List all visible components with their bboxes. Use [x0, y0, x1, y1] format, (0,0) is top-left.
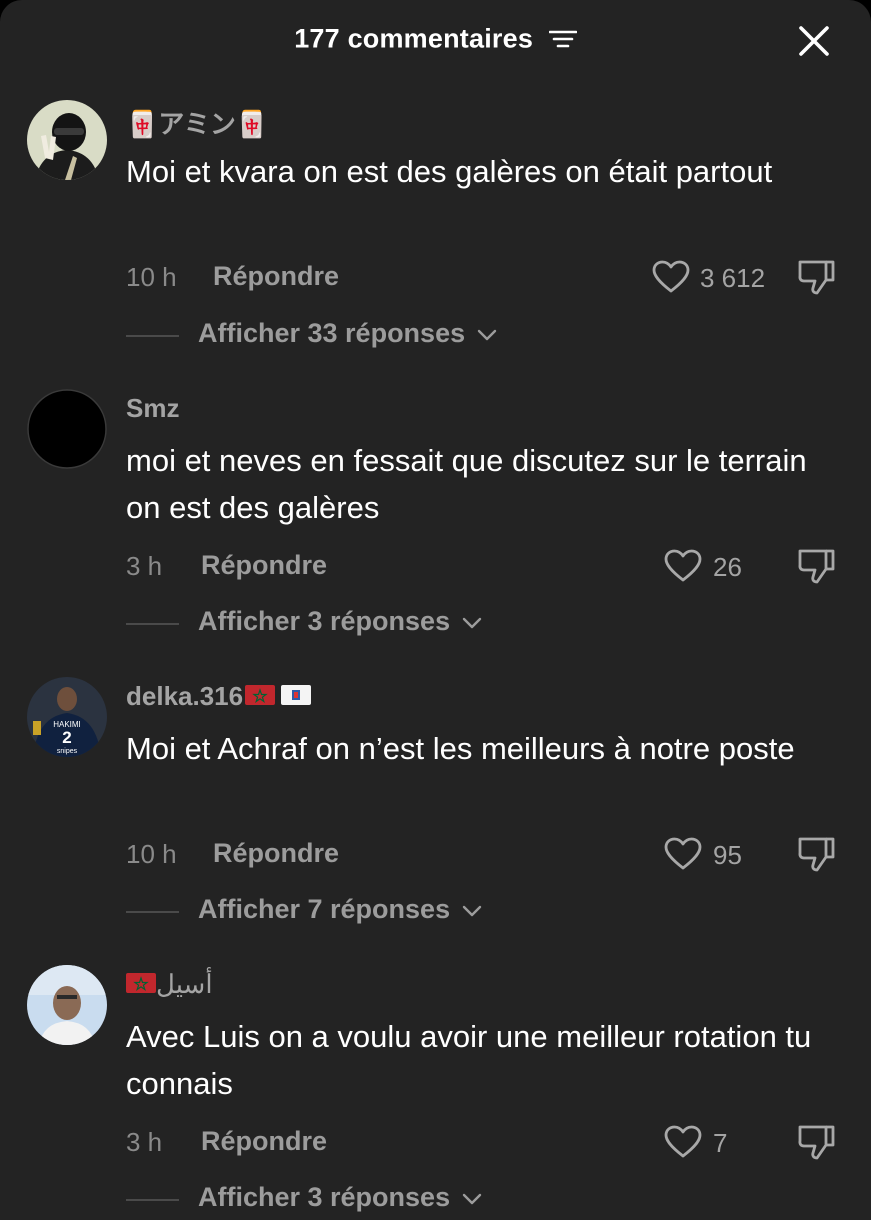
- comment-username[interactable]: Smz: [126, 393, 179, 424]
- replies-divider: [126, 911, 179, 913]
- view-replies-label: Afficher 3 réponses: [198, 606, 451, 636]
- comments-title[interactable]: 177 commentaires: [0, 22, 871, 54]
- reply-button[interactable]: Répondre: [213, 261, 339, 292]
- comment-username-text: delka.316: [126, 681, 244, 711]
- chevron-down-icon: [462, 617, 481, 629]
- view-replies-label: Afficher 33 réponses: [198, 318, 466, 348]
- like-count: 7: [713, 1128, 728, 1158]
- svg-text:snipes: snipes: [57, 748, 78, 755]
- svg-text:2: 2: [62, 728, 71, 747]
- replies-divider: [126, 623, 179, 625]
- reply-button[interactable]: Répondre: [201, 1126, 327, 1157]
- heart-icon[interactable]: [652, 260, 690, 294]
- comments-header: 177 commentaires: [0, 0, 871, 80]
- heart-icon[interactable]: [664, 837, 702, 871]
- thumbs-down-icon[interactable]: [797, 258, 837, 296]
- comment-username-text: أسيل: [156, 969, 213, 999]
- avatar[interactable]: [27, 965, 107, 1045]
- replies-divider: [126, 335, 179, 337]
- comment-username[interactable]: أسيل: [126, 969, 213, 1000]
- view-replies-label: Afficher 7 réponses: [198, 894, 451, 924]
- flag-morocco-icon: [245, 685, 276, 706]
- comment-time: 10 h: [126, 839, 177, 869]
- comments-count-label: 177 commentaires: [294, 23, 534, 54]
- reply-button[interactable]: Répondre: [201, 550, 327, 581]
- comments-sheet: 177 commentaires 🀄アミン🀄 Moi et kvara on e…: [0, 0, 871, 1220]
- comment-text: Avec Luis on a voulu avoir une meilleur …: [126, 1019, 812, 1101]
- like-count: 95: [713, 840, 742, 870]
- view-replies-button[interactable]: Afficher 3 réponses: [198, 606, 482, 637]
- comment-username[interactable]: 🀄アミン🀄: [126, 104, 268, 141]
- view-replies-label: Afficher 3 réponses: [198, 1182, 451, 1212]
- chevron-down-icon: [477, 329, 496, 341]
- avatar[interactable]: [27, 100, 107, 180]
- comment-text: moi et neves en fessait que discutez sur…: [126, 443, 807, 525]
- heart-icon[interactable]: [664, 549, 702, 583]
- like-count: 26: [713, 552, 742, 582]
- comment-username[interactable]: delka.316: [126, 681, 312, 712]
- view-replies-button[interactable]: Afficher 33 réponses: [198, 318, 497, 349]
- chevron-down-icon: [462, 1193, 481, 1205]
- comment-text: Moi et kvara on est des galères on était…: [126, 154, 773, 189]
- comment-time: 3 h: [126, 551, 163, 581]
- comment-text: Moi et Achraf on n’est les meilleurs à n…: [126, 731, 795, 766]
- thumbs-down-icon[interactable]: [797, 835, 837, 873]
- comment-time: 10 h: [126, 262, 177, 292]
- avatar[interactable]: HAKIMI 2 snipes: [27, 677, 107, 757]
- replies-divider: [126, 1199, 179, 1201]
- heart-icon[interactable]: [664, 1125, 702, 1159]
- flag-morocco-icon: [126, 973, 156, 994]
- flag-icon: [281, 685, 312, 706]
- like-count: 3 612: [700, 263, 766, 293]
- thumbs-down-icon[interactable]: [797, 547, 837, 585]
- view-replies-button[interactable]: Afficher 7 réponses: [198, 894, 482, 925]
- avatar[interactable]: [27, 389, 107, 469]
- reply-button[interactable]: Répondre: [213, 838, 339, 869]
- thumbs-down-icon[interactable]: [797, 1123, 837, 1161]
- comment-time: 3 h: [126, 1127, 163, 1157]
- chevron-down-icon: [462, 905, 481, 917]
- close-icon[interactable]: [797, 24, 831, 58]
- view-replies-button[interactable]: Afficher 3 réponses: [198, 1182, 482, 1213]
- filter-icon[interactable]: [548, 28, 577, 50]
